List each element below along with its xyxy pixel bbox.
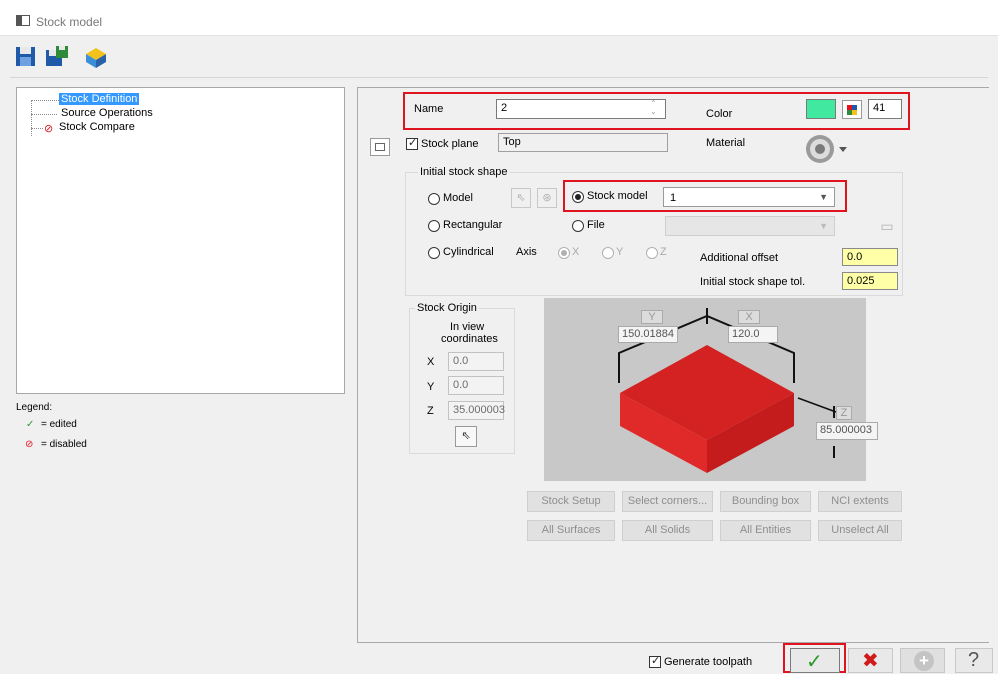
origin-caption-line2: coordinates bbox=[441, 333, 498, 345]
stock-model-icon[interactable] bbox=[82, 42, 106, 70]
file-radio[interactable] bbox=[572, 220, 584, 232]
operations-tree[interactable]: Stock Definition Source Operations ⊘ Sto… bbox=[16, 87, 345, 394]
initial-stock-shape-label: Initial stock shape bbox=[418, 166, 510, 178]
axis-x-radio[interactable] bbox=[558, 247, 570, 259]
preview-z-axis-label: Z bbox=[836, 406, 852, 420]
stock-model-label: Stock model bbox=[587, 190, 648, 202]
preview-z-value: 85.000003 bbox=[816, 422, 878, 440]
legend-edited: = edited bbox=[41, 419, 77, 430]
checkmark-icon: ✓ bbox=[806, 651, 823, 673]
color-number-input[interactable]: 41 bbox=[868, 99, 902, 119]
rectangular-radio[interactable] bbox=[428, 220, 440, 232]
axis-z-radio[interactable] bbox=[646, 247, 658, 259]
tree-item-stock-compare[interactable]: Stock Compare bbox=[59, 121, 135, 133]
file-select[interactable]: ▼ bbox=[665, 216, 835, 236]
save-icon[interactable] bbox=[14, 42, 38, 70]
close-icon: ✖ bbox=[862, 650, 879, 672]
preview-y-axis-label: Y bbox=[641, 310, 663, 324]
help-button[interactable]: ? bbox=[955, 648, 993, 673]
stock-preview: Y 150.01884 X 120.0 Z 85.000003 bbox=[544, 298, 878, 481]
color-palette-icon[interactable] bbox=[842, 100, 862, 119]
stock-model-radio[interactable] bbox=[572, 191, 584, 203]
axis-z-label: Z bbox=[660, 246, 667, 258]
tree-item-stock-definition[interactable]: Stock Definition bbox=[59, 93, 140, 105]
all-solids-button[interactable]: All Solids bbox=[622, 520, 713, 541]
stock-plane-label: Stock plane bbox=[421, 138, 479, 150]
origin-x-label: X bbox=[427, 356, 435, 368]
model-radio[interactable] bbox=[428, 193, 440, 205]
legend-disabled: = disabled bbox=[41, 439, 87, 450]
toolbar-separator bbox=[10, 77, 988, 78]
axis-y-label: Y bbox=[616, 246, 624, 258]
solid-select-icon[interactable]: ⊛ bbox=[537, 188, 557, 208]
preview-y-value: 150.01884 bbox=[618, 326, 678, 343]
legend-title: Legend: bbox=[16, 402, 53, 413]
tree-item-source-operations[interactable]: Source Operations bbox=[61, 107, 153, 119]
disabled-icon: ⊘ bbox=[44, 123, 54, 135]
plus-icon: + bbox=[914, 651, 934, 671]
select-cursor-icon[interactable]: ⇖ bbox=[511, 188, 531, 208]
cancel-button[interactable]: ✖ bbox=[848, 648, 893, 673]
folder-open-icon[interactable]: ▭ bbox=[876, 215, 898, 237]
model-label: Model bbox=[443, 192, 473, 204]
name-label: Name bbox=[414, 103, 444, 115]
stock-model-select[interactable]: 1 ▼ bbox=[663, 187, 835, 207]
checkmark-icon: ✓ bbox=[26, 419, 35, 430]
origin-z-label: Z bbox=[427, 405, 434, 417]
origin-y-input[interactable]: 0.0 bbox=[448, 376, 504, 395]
origin-x-input[interactable]: 0.0 bbox=[448, 352, 504, 371]
plane-select-icon[interactable] bbox=[370, 138, 390, 156]
bounding-box-button[interactable]: Bounding box bbox=[720, 491, 811, 512]
apply-button[interactable]: + bbox=[900, 648, 945, 673]
unselect-all-button[interactable]: Unselect All bbox=[818, 520, 902, 541]
tol-label: Initial stock shape tol. bbox=[700, 276, 806, 288]
axis-x-label: X bbox=[572, 246, 580, 258]
stock-plane-field: Top bbox=[498, 133, 668, 152]
origin-select-cursor-icon[interactable]: ⇖ bbox=[455, 426, 477, 447]
spinner-icon[interactable]: ⌃ ⌄ bbox=[650, 100, 657, 116]
name-input[interactable]: 2 bbox=[496, 99, 666, 119]
additional-offset-input[interactable]: 0.0 bbox=[842, 248, 898, 266]
title-bar: Stock model bbox=[0, 0, 998, 36]
nci-extents-button[interactable]: NCI extents bbox=[818, 491, 902, 512]
stock-plane-checkbox[interactable] bbox=[406, 136, 418, 150]
window-icon bbox=[16, 15, 30, 26]
cylindrical-radio[interactable] bbox=[428, 247, 440, 259]
chevron-down-icon: ▼ bbox=[819, 192, 828, 202]
axis-y-radio[interactable] bbox=[602, 247, 614, 259]
ok-button[interactable]: ✓ bbox=[790, 648, 840, 673]
stock-setup-button[interactable]: Stock Setup bbox=[527, 491, 615, 512]
help-icon: ? bbox=[968, 649, 980, 671]
color-swatch[interactable] bbox=[806, 99, 836, 119]
cylindrical-label: Cylindrical bbox=[443, 246, 494, 258]
chevron-down-icon: ▼ bbox=[819, 221, 828, 231]
preview-x-axis-label: X bbox=[738, 310, 760, 324]
origin-caption-line1: In view bbox=[450, 321, 485, 333]
rectangular-label: Rectangular bbox=[443, 219, 503, 231]
stock-origin-label: Stock Origin bbox=[415, 302, 479, 314]
material-button[interactable] bbox=[804, 132, 850, 166]
color-label: Color bbox=[706, 108, 733, 120]
material-label: Material bbox=[706, 137, 746, 149]
generate-toolpath-label: Generate toolpath bbox=[664, 656, 753, 668]
generate-toolpath-checkbox[interactable] bbox=[649, 654, 661, 668]
stock-model-value: 1 bbox=[670, 192, 677, 204]
save-all-icon[interactable] bbox=[44, 42, 68, 70]
axis-label: Axis bbox=[516, 246, 537, 258]
window-title: Stock model bbox=[36, 15, 103, 29]
all-surfaces-button[interactable]: All Surfaces bbox=[527, 520, 615, 541]
origin-z-input[interactable]: 35.000003 bbox=[448, 401, 505, 420]
additional-offset-label: Additional offset bbox=[700, 252, 779, 264]
file-label: File bbox=[587, 219, 605, 231]
origin-y-label: Y bbox=[427, 381, 435, 393]
preview-x-value: 120.0 bbox=[728, 326, 778, 343]
tol-input[interactable]: 0.025 bbox=[842, 272, 898, 290]
all-entities-button[interactable]: All Entities bbox=[720, 520, 811, 541]
disabled-icon: ⊘ bbox=[25, 439, 34, 450]
select-corners-button[interactable]: Select corners... bbox=[622, 491, 713, 512]
